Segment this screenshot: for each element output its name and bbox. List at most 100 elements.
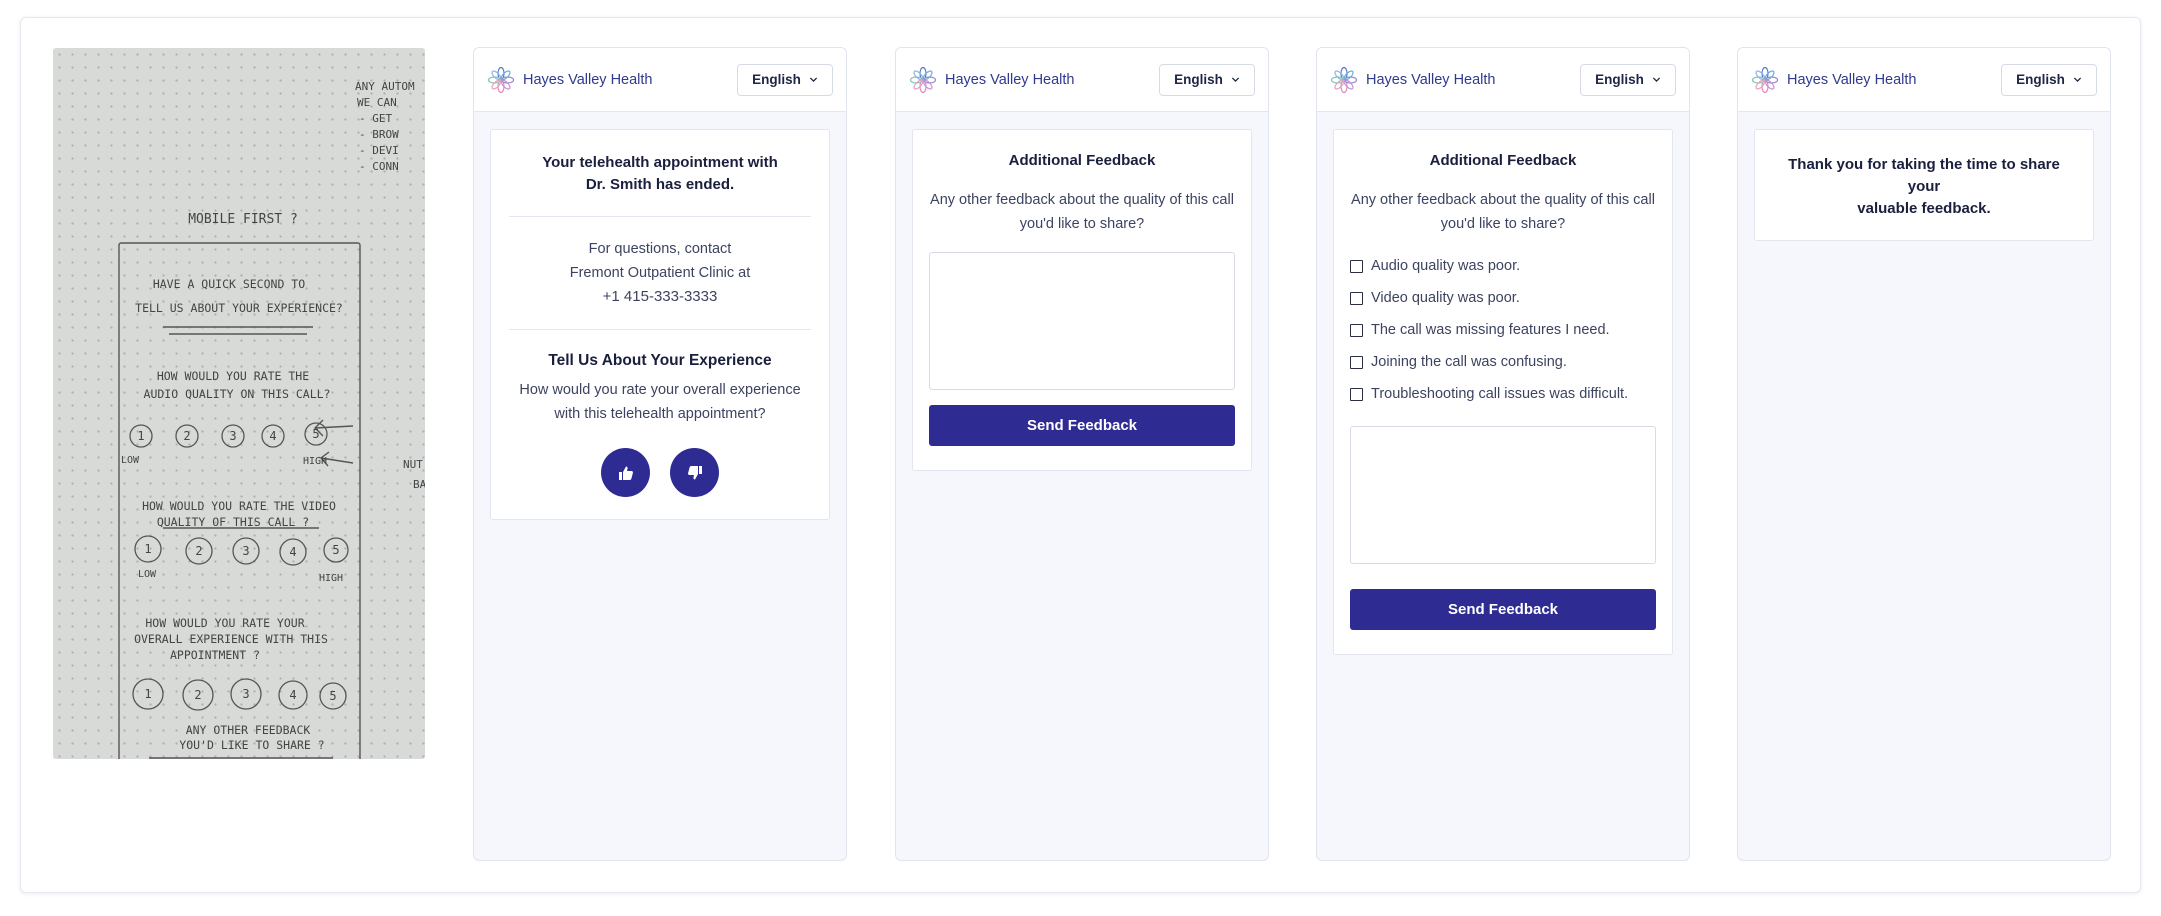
feedback-textarea[interactable] [929, 252, 1235, 390]
app-header: Hayes Valley Health English [896, 48, 1268, 112]
send-feedback-button[interactable]: Send Feedback [1350, 589, 1656, 630]
checkbox[interactable] [1350, 387, 1363, 401]
language-value: English [752, 72, 801, 87]
appointment-ended-card: Your telehealth appointment with Dr. Smi… [490, 129, 830, 520]
sketch-side-notes: ANY AUTOM WE CAN - GET - BROW - DEVI - C… [355, 80, 425, 491]
checkbox[interactable] [1350, 259, 1363, 273]
sketch-low-label: LOW [138, 569, 157, 580]
feedback-options-list: Audio quality was poor. Video quality wa… [1350, 250, 1656, 410]
sketch-line: YOU'D LIKE TO SHARE ? [179, 738, 324, 752]
option-label: Video quality was poor. [1371, 290, 1520, 306]
sketch-rating-number: 1 [144, 542, 151, 556]
brand-name: Hayes Valley Health [523, 71, 653, 88]
experience-title: Tell Us About Your Experience [548, 352, 772, 369]
option-missing-features[interactable]: The call was missing features I need. [1350, 314, 1656, 346]
contact-line: Fremont Outpatient Clinic at [569, 265, 751, 281]
contact-info: For questions, contact Fremont Outpatien… [509, 237, 811, 309]
flower-logo-icon [909, 66, 937, 93]
app-header: Hayes Valley Health English [474, 48, 846, 112]
sketch-rating-number: 2 [194, 688, 201, 702]
language-selector[interactable]: English [1159, 63, 1255, 96]
feedback-question: Any other feedback about the quality of … [929, 188, 1235, 236]
question-line: Any other feedback about the quality of … [930, 192, 1234, 208]
chevron-down-icon [2073, 77, 2081, 83]
brand-name: Hayes Valley Health [1787, 71, 1917, 88]
app-header: Hayes Valley Health English [1317, 48, 1689, 112]
brand: Hayes Valley Health [1751, 66, 1917, 94]
language-value: English [1595, 72, 1644, 87]
checkbox[interactable] [1350, 355, 1363, 369]
sketch-line: TELL US ABOUT YOUR EXPERIENCE? [135, 301, 343, 315]
divider [509, 216, 811, 217]
sketch-rating-number: 3 [242, 544, 249, 558]
app-header: Hayes Valley Health English [1738, 48, 2110, 112]
sketch-line: HOW WOULD YOU RATE THE [157, 369, 309, 383]
thank-you-line: valuable feedback. [1857, 200, 1991, 217]
sketch-line: MOBILE FIRST ? [188, 212, 298, 227]
option-troubleshooting[interactable]: Troubleshooting call issues was difficul… [1350, 378, 1656, 410]
contact-line: For questions, contact [588, 241, 732, 257]
screen-additional-feedback: Hayes Valley Health English Additional F… [895, 47, 1269, 861]
option-joining-confusing[interactable]: Joining the call was confusing. [1350, 346, 1656, 378]
rating-buttons [509, 448, 811, 497]
sketch-line: HAVE A QUICK SECOND TO [153, 277, 305, 291]
checkbox[interactable] [1350, 291, 1363, 305]
brand-name: Hayes Valley Health [1366, 71, 1496, 88]
sketch-side-note: - BROW [359, 128, 399, 141]
experience-question: How would you rate your overall experien… [509, 378, 811, 426]
sketch-rating-numbers-1: 1 2 3 4 5 [137, 427, 319, 443]
brand: Hayes Valley Health [909, 66, 1075, 94]
question-line: you'd like to share? [1440, 216, 1566, 232]
thumbs-up-button[interactable] [601, 448, 650, 497]
sketch-rating-number: 5 [329, 689, 336, 703]
sketch-rating-row-3 [132, 678, 347, 711]
wireframe-sketch-photo: 1 2 3 4 5 1 2 3 4 5 1 2 3 4 5 MOBILE FIR… [53, 48, 425, 759]
sketch-margin-note: NUT [403, 458, 423, 471]
chevron-down-icon [1231, 77, 1239, 83]
feedback-title: Additional Feedback [1008, 152, 1156, 169]
sketch-rating-number: 2 [195, 544, 202, 558]
sketch-rating-numbers-3: 1 2 3 4 5 [144, 687, 336, 703]
language-value: English [2016, 72, 2065, 87]
feedback-options-card: Additional Feedback Any other feedback a… [1333, 129, 1673, 655]
sketch-side-note: WE CAN [357, 96, 397, 109]
flower-logo-icon [1330, 66, 1358, 93]
sketch-rating-number: 5 [312, 427, 319, 441]
option-audio-quality[interactable]: Audio quality was poor. [1350, 250, 1656, 282]
chevron-down-icon [1652, 77, 1660, 83]
language-selector[interactable]: English [2001, 63, 2097, 96]
sketch-high-label: HIGH [319, 573, 343, 584]
sketch-margin-note: BA [413, 478, 425, 491]
sketch-high-label: HIGH [303, 456, 327, 467]
brand-name: Hayes Valley Health [945, 71, 1075, 88]
sketch-line: QUALITY OF THIS CALL ? [157, 515, 309, 529]
ended-title-line: Dr. Smith has ended. [585, 176, 735, 193]
sketch-rating-number: 1 [137, 429, 144, 443]
option-label: Audio quality was poor. [1371, 258, 1521, 274]
question-line: How would you rate your overall experien… [519, 382, 801, 398]
checkbox[interactable] [1350, 323, 1363, 337]
sketch-drawing: 1 2 3 4 5 1 2 3 4 5 1 2 3 4 5 MOBILE FIR… [118, 80, 425, 759]
feedback-textarea[interactable] [1350, 426, 1656, 564]
sketch-line: AUDIO QUALITY ON THIS CALL? [144, 387, 331, 401]
sketch-line: HOW WOULD YOU RATE YOUR [145, 616, 304, 630]
sketch-line: ANY OTHER FEEDBACK [186, 723, 311, 737]
option-label: Joining the call was confusing. [1371, 354, 1567, 370]
option-video-quality[interactable]: Video quality was poor. [1350, 282, 1656, 314]
sketch-rating-numbers-2: 1 2 3 4 5 [144, 542, 339, 559]
language-selector[interactable]: English [737, 63, 833, 96]
send-feedback-button[interactable]: Send Feedback [929, 405, 1235, 446]
sketch-side-note: - CONN [359, 160, 399, 173]
thumbs-down-button[interactable] [670, 448, 719, 497]
sketch-line: HOW WOULD YOU RATE THE VIDEO [142, 499, 336, 513]
sketch-side-note: - GET [359, 112, 392, 125]
flower-logo-icon [487, 66, 515, 93]
sketch-rating-number: 5 [332, 543, 339, 557]
question-line: with this telehealth appointment? [554, 406, 766, 422]
question-line: you'd like to share? [1019, 216, 1145, 232]
brand: Hayes Valley Health [487, 66, 653, 94]
option-label: Troubleshooting call issues was difficul… [1371, 386, 1629, 402]
sketch-rating-number: 3 [229, 429, 236, 443]
language-selector[interactable]: English [1580, 63, 1676, 96]
sketch-side-note: ANY AUTOM [355, 80, 415, 93]
